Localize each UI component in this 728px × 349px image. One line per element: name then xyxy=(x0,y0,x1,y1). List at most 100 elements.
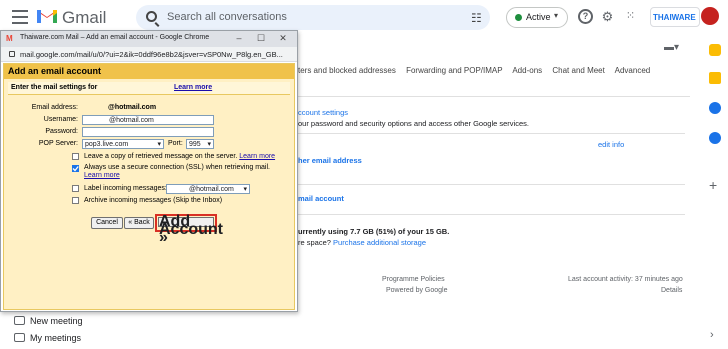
minimize-icon[interactable]: – xyxy=(229,32,249,45)
add-account-dialog: Add an email account Enter the mail sett… xyxy=(3,63,295,310)
password-field[interactable] xyxy=(82,127,214,137)
dialog-heading: Add an email account xyxy=(4,64,294,79)
menu-icon[interactable] xyxy=(12,10,28,24)
label-messages-label: Label incoming messages: xyxy=(84,185,167,192)
label-messages-checkbox[interactable] xyxy=(72,185,79,192)
tab-forwarding[interactable]: Forwarding and POP/IMAP xyxy=(406,66,502,75)
username-field[interactable]: @hotmail.com xyxy=(82,115,214,125)
edit-info-link[interactable]: edit info xyxy=(598,140,624,149)
search-options-icon[interactable]: ☷ xyxy=(471,11,482,25)
ssl-learn-more-link[interactable]: Learn more xyxy=(84,172,120,179)
add-email-link[interactable]: her email address xyxy=(298,156,362,165)
calendar-small-icon xyxy=(14,333,25,342)
email-label: Email address: xyxy=(31,104,78,111)
leave-copy-text: Leave a copy of retrieved message on the… xyxy=(84,153,238,160)
gmail-settings-screen: Gmail Search all conversations ☷ Active … xyxy=(0,0,728,349)
popup-window-title: Thaiware.com Mail – Add an email account… xyxy=(20,34,210,41)
calendar-icon[interactable] xyxy=(709,44,721,56)
add-app-icon[interactable]: + xyxy=(709,177,717,193)
divider xyxy=(290,184,685,185)
lock-icon xyxy=(9,51,15,57)
storage-usage: urrently using 7.7 GB (51%) of your 15 G… xyxy=(298,227,450,236)
popup-title-bar[interactable]: M Thaiware.com Mail – Add an email accou… xyxy=(1,31,297,47)
last-activity: Last account activity: 37 minutes ago xyxy=(568,276,683,283)
back-button[interactable]: « Back xyxy=(124,217,154,229)
archive-checkbox[interactable] xyxy=(72,197,79,204)
new-meeting-label: New meeting xyxy=(30,316,83,326)
settings-tabs: ters and blocked addresses Forwarding an… xyxy=(298,66,658,75)
tab-chat-meet[interactable]: Chat and Meet xyxy=(552,66,604,75)
tasks-icon[interactable] xyxy=(709,102,721,114)
avatar[interactable] xyxy=(701,7,719,25)
chevron-down-icon: ▾ xyxy=(207,141,211,148)
ssl-checkbox[interactable] xyxy=(72,165,79,172)
apps-grid-icon[interactable]: ⁙ xyxy=(623,9,638,24)
leave-copy-learn-more-link[interactable]: Learn more xyxy=(239,153,275,160)
cancel-button[interactable]: Cancel xyxy=(91,217,123,229)
programme-policies-link[interactable]: Programme Policies xyxy=(382,276,445,283)
label-select-value: @hotmail.com xyxy=(189,186,234,193)
contacts-icon[interactable] xyxy=(709,132,721,144)
close-icon[interactable]: ✕ xyxy=(273,32,293,45)
new-meeting-item[interactable]: New meeting xyxy=(14,316,114,328)
leave-copy-label: Leave a copy of retrieved message on the… xyxy=(84,153,275,160)
username-label: Username: xyxy=(43,116,78,123)
leave-copy-checkbox[interactable] xyxy=(72,153,79,160)
search-icon[interactable] xyxy=(146,11,157,22)
learn-more-link[interactable]: Learn more xyxy=(174,84,212,91)
app-name: Gmail xyxy=(62,8,107,27)
side-panel: + › xyxy=(702,38,728,349)
gmail-logo-icon[interactable] xyxy=(36,7,58,24)
help-icon[interactable]: ? xyxy=(578,9,593,24)
account-settings-link[interactable]: ccount settings xyxy=(298,108,348,117)
my-meetings-label: My meetings xyxy=(30,333,82,343)
chevron-down-icon: ▾ xyxy=(554,11,559,20)
add-account-popup-window: M Thaiware.com Mail – Add an email accou… xyxy=(0,30,298,312)
dialog-subheading: Enter the mail settings for Learn more xyxy=(8,82,290,95)
pop-server-label: POP Server: xyxy=(38,140,78,147)
pop-server-value: pop3.live.com xyxy=(85,141,129,148)
keep-icon[interactable] xyxy=(709,72,721,84)
account-brand-logo[interactable]: THAIWARE xyxy=(650,7,700,27)
divider xyxy=(290,96,690,97)
status-button[interactable]: Active ▾ xyxy=(506,7,568,28)
gmail-favicon-icon: M xyxy=(6,34,13,43)
tab-advanced[interactable]: Advanced xyxy=(615,66,651,75)
tab-filters[interactable]: ters and blocked addresses xyxy=(298,66,396,75)
divider xyxy=(290,133,685,134)
add-account-label: Add Account » xyxy=(158,213,223,246)
popup-url[interactable]: mail.google.com/mail/u/0/?ui=2&ik=0ddf96… xyxy=(20,50,283,59)
status-dot-icon xyxy=(515,14,522,21)
pop-server-select[interactable]: pop3.live.com ▾ xyxy=(82,139,164,149)
search-bar[interactable]: Search all conversations ☷ xyxy=(136,5,490,30)
port-select[interactable]: 995 ▾ xyxy=(186,139,214,149)
archive-label: Archive incoming messages (Skip the Inbo… xyxy=(84,197,223,204)
add-account-button[interactable]: Add Account » xyxy=(155,213,223,246)
email-value: @hotmail.com xyxy=(108,104,157,111)
password-label: Password: xyxy=(45,128,78,135)
search-placeholder[interactable]: Search all conversations xyxy=(167,11,287,23)
ssl-learn-more-row: Learn more xyxy=(84,172,120,179)
gear-icon[interactable]: ⚙ xyxy=(600,9,615,24)
port-value: 995 xyxy=(189,141,201,148)
label-select[interactable]: @hotmail.com ▾ xyxy=(166,184,250,194)
keyboard-icon[interactable]: ▬▾ xyxy=(664,42,679,53)
tab-addons[interactable]: Add-ons xyxy=(512,66,542,75)
video-icon xyxy=(14,316,25,325)
powered-by: Powered by Google xyxy=(386,287,448,294)
add-mail-account-link[interactable]: mail account xyxy=(298,194,344,203)
chevron-right-icon[interactable]: › xyxy=(710,329,714,341)
storage-question: re space? Purchase additional storage xyxy=(298,238,426,247)
details-link[interactable]: Details xyxy=(661,287,682,294)
chevron-down-icon: ▾ xyxy=(157,141,161,148)
status-label: Active xyxy=(526,12,551,22)
port-label: Port: xyxy=(168,140,183,147)
ssl-label: Always use a secure connection (SSL) whe… xyxy=(84,164,270,171)
my-meetings-item[interactable]: My meetings xyxy=(14,333,114,345)
purchase-storage-link[interactable]: Purchase additional storage xyxy=(333,238,426,247)
address-bar[interactable]: mail.google.com/mail/u/0/?ui=2&ik=0ddf96… xyxy=(1,47,297,62)
divider xyxy=(290,214,685,215)
chevron-down-icon: ▾ xyxy=(243,186,247,193)
subheading-text: Enter the mail settings for xyxy=(11,84,98,91)
maximize-icon[interactable]: ☐ xyxy=(251,32,271,45)
